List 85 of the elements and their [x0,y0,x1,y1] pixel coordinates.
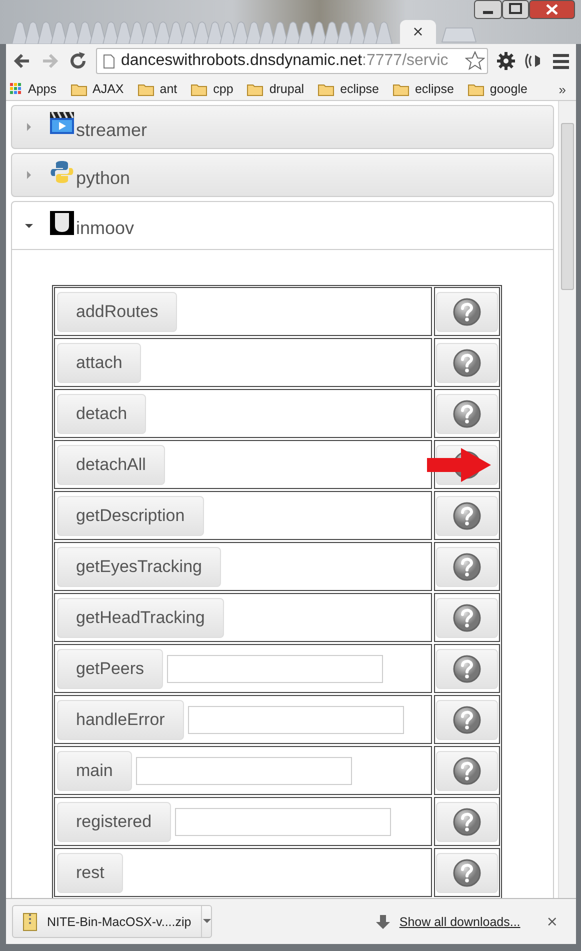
help-button[interactable] [436,598,498,638]
folder-icon [468,82,484,96]
caret-icon[interactable] [202,919,211,924]
help-button[interactable] [436,648,498,688]
minimize-icon[interactable] [474,0,502,19]
help-icon [452,296,482,326]
bookmark[interactable]: cpp [191,82,234,96]
bookmark[interactable]: eclipse [392,82,454,96]
bookmark[interactable]: ant [138,82,178,96]
method-button[interactable]: getDescription [57,496,204,536]
method-button[interactable]: addRoutes [57,292,178,332]
bookmark[interactable]: AJAX [70,82,124,96]
browser-tab[interactable]: × [400,20,436,44]
input-field[interactable] [167,654,384,682]
help-icon [452,756,482,786]
help-icon [452,500,482,530]
download-arrow-icon [375,914,392,930]
bookmark[interactable]: eclipse [318,82,379,96]
method-button[interactable]: registered [57,802,171,842]
tab-close-button[interactable]: × [410,24,426,40]
folder-icon [318,82,334,96]
help-button[interactable] [436,700,498,740]
method-button[interactable]: attach [57,342,142,382]
method-button[interactable]: getHeadTracking [57,598,224,638]
method-button[interactable]: rest [57,852,124,892]
arrow-annotation [427,448,491,482]
url-text: danceswithrobots.dnsdynamic.net:7777/servic [121,52,448,70]
panel-header[interactable]: python [11,153,554,197]
help-icon [452,398,482,428]
panel-header[interactable]: inmoov [11,201,554,250]
download-item[interactable]: NITE-Bin-MacOSX-v....zip [12,905,212,938]
help-button[interactable] [436,852,498,892]
help-icon [452,348,482,378]
folder-icon [138,82,154,96]
method-button[interactable]: handleError [57,700,184,740]
help-button[interactable] [436,496,498,536]
maximize-icon[interactable] [502,0,529,19]
help-button[interactable] [436,394,498,434]
back-arrow-icon[interactable] [12,51,32,71]
method-button[interactable]: detach [57,394,146,434]
star-icon[interactable] [465,51,485,71]
help-button[interactable] [436,802,498,842]
folder-icon [191,82,208,96]
bookmark[interactable]: drupal [247,82,304,96]
close-icon[interactable] [529,0,575,19]
panel-title: inmoov [76,217,134,239]
help-icon [452,552,482,582]
help-button[interactable] [436,342,498,382]
input-field[interactable] [174,808,391,836]
address-bar[interactable]: danceswithrobots.dnsdynamic.net:7777/servic [96,48,488,74]
panel-title: streamer [76,118,148,140]
mask-icon [50,210,74,234]
help-button[interactable] [436,546,498,586]
method-button[interactable]: getPeers [57,648,164,688]
input-field[interactable] [188,706,404,734]
folder-icon [392,82,409,96]
zip-file-icon [23,912,37,930]
folder-icon [247,82,264,96]
method-button[interactable]: getEyesTracking [57,546,221,586]
help-icon [452,602,482,632]
reload-icon[interactable] [68,51,88,71]
help-button[interactable] [436,750,498,790]
file-name: NITE-Bin-MacOSX-v....zip [47,914,192,928]
panel-title: python [76,166,130,188]
folder-icon [70,82,86,96]
help-icon [452,704,482,734]
menu-icon[interactable] [552,52,570,70]
close-button[interactable]: × [540,912,564,930]
page-icon [103,54,115,68]
input-field[interactable] [136,756,352,784]
more-bookmarks-button[interactable]: » [552,80,572,98]
bookmark[interactable]: Apps [10,82,56,96]
bookmark[interactable]: google [468,82,528,96]
help-icon [452,654,482,684]
method-button[interactable]: detachAll [57,444,165,484]
help-button[interactable] [436,292,498,332]
method-button[interactable]: main [57,750,132,790]
help-icon [452,806,482,836]
apps-grid-icon [10,83,22,95]
panel-header[interactable]: streamer [11,105,554,149]
settings-icon[interactable] [496,51,516,71]
show-all-downloads-link[interactable]: Show all downloads... [399,914,520,928]
help-icon [452,858,482,888]
film-clapper-icon [50,112,74,136]
snake-logo-icon [50,160,74,184]
